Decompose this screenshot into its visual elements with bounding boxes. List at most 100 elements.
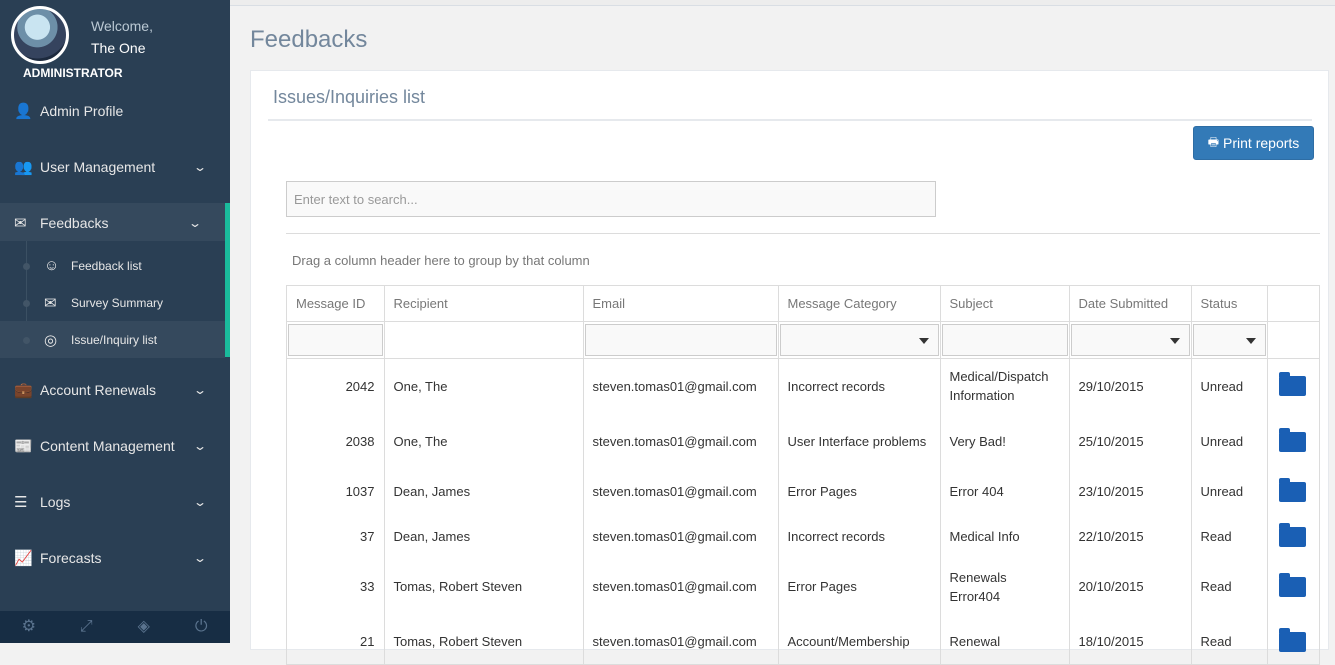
- nav-label: Account Renewals: [40, 382, 156, 398]
- column-header[interactable]: Message Category: [778, 286, 941, 322]
- filter-date-select[interactable]: [1070, 323, 1190, 356]
- group-by-panel[interactable]: Drag a column header here to group by th…: [292, 253, 590, 268]
- cell-date: 29/10/2015: [1069, 358, 1192, 414]
- issues-grid: Message ID Recipient Email Message Category…: [286, 285, 1320, 665]
- cell-status: Read: [1191, 614, 1268, 664]
- sidebar-footer: ⚙ ⤢ ◈ ⏻: [0, 611, 230, 643]
- filter-subject[interactable]: [941, 323, 1068, 356]
- folder-icon[interactable]: [1278, 627, 1306, 652]
- power-icon[interactable]: ⏻: [173, 611, 231, 643]
- panel-divider: [268, 119, 1312, 121]
- nav-item-admin-profile[interactable]: 👤 Admin Profile: [0, 91, 230, 131]
- cell-action: [1267, 469, 1319, 514]
- user-name: The One: [91, 40, 146, 56]
- folder-icon[interactable]: [1278, 372, 1306, 397]
- table-row[interactable]: 33 Tomas, Robert Steven steven.tomas01@gma…: [287, 559, 1319, 614]
- submenu-label: Survey Summary: [71, 295, 164, 310]
- cell-recipient: One, The: [384, 414, 584, 469]
- cell-email: steven.tomas01@gmail.com: [583, 358, 779, 414]
- profile-block: Welcome, The One ADMINISTRATOR: [0, 0, 230, 94]
- chevron-down-icon: ⌄: [187, 216, 203, 230]
- cell-subject: Renewal: [940, 614, 1070, 664]
- column-header[interactable]: [1267, 286, 1319, 322]
- area-chart-icon: 📈: [14, 550, 33, 567]
- cell-action: [1267, 559, 1319, 614]
- submenu-item-survey-summary[interactable]: ✉ Survey Summary: [0, 284, 225, 321]
- folder-icon[interactable]: [1278, 522, 1306, 547]
- cell-category: Incorrect records: [778, 358, 941, 414]
- nav-label: Logs: [40, 494, 71, 510]
- nav-label: User Management: [40, 159, 156, 175]
- filter-status-select[interactable]: [1192, 323, 1266, 356]
- column-header[interactable]: Email: [583, 286, 779, 322]
- cell-action: [1267, 614, 1319, 664]
- smile-icon: ☺: [44, 257, 60, 274]
- envelope-icon: ✉: [44, 294, 57, 312]
- caret-down-icon: [1169, 337, 1180, 344]
- caret-down-icon: [918, 337, 929, 344]
- cell-category: Account/Membership: [778, 614, 941, 664]
- nav-item-logs[interactable]: ☰ Logs ⌄: [0, 482, 230, 522]
- cell-subject: Error 404: [940, 469, 1070, 514]
- column-header[interactable]: Subject: [940, 286, 1070, 322]
- nav-item-content-management[interactable]: 📰 Content Management ⌄: [0, 426, 230, 466]
- cell-message-id: 2038: [287, 414, 385, 469]
- cell-email: steven.tomas01@gmail.com: [583, 414, 779, 469]
- cell-date: 18/10/2015: [1069, 614, 1192, 664]
- cell-recipient: Tomas, Robert Steven: [384, 614, 584, 664]
- column-header[interactable]: Message ID: [287, 286, 385, 322]
- sidebar: Welcome, The One ADMINISTRATOR 👤 Admin Pr…: [0, 0, 230, 643]
- folder-icon[interactable]: [1278, 572, 1306, 597]
- nav-label: Content Management: [40, 438, 175, 454]
- print-reports-label: Print reports: [1223, 135, 1300, 151]
- cell-category: Error Pages: [778, 469, 941, 514]
- nav-label: Feedbacks: [40, 215, 109, 231]
- search-input[interactable]: [286, 181, 936, 217]
- cell-subject: Medical Info: [940, 514, 1070, 559]
- cell-email: steven.tomas01@gmail.com: [583, 514, 779, 559]
- eye-slash-icon[interactable]: ◈: [115, 611, 173, 643]
- cell-action: [1267, 514, 1319, 559]
- submenu-bullet: [23, 300, 30, 307]
- cell-subject: Very Bad!: [940, 414, 1070, 469]
- nav-item-feedbacks[interactable]: ✉ Feedbacks ⌄: [0, 203, 230, 243]
- cell-category: Error Pages: [778, 559, 941, 614]
- folder-icon[interactable]: [1278, 477, 1306, 502]
- column-header[interactable]: Date Submitted: [1069, 286, 1192, 322]
- table-row[interactable]: 2042 One, The steven.tomas01@gmail.com Inco…: [287, 358, 1319, 414]
- panel-title: Issues/Inquiries list: [273, 87, 426, 107]
- filter-category-select[interactable]: [779, 323, 939, 356]
- briefcase-icon: 💼: [14, 382, 33, 399]
- cell-date: 25/10/2015: [1069, 414, 1192, 469]
- nav-item-account-renewals[interactable]: 💼 Account Renewals ⌄: [0, 370, 230, 410]
- cell-recipient: Dean, James: [384, 514, 584, 559]
- nav-item-user-management[interactable]: 👥 User Management ⌄: [0, 147, 230, 187]
- submenu-item-issue-inquiry-list[interactable]: ◎ Issue/Inquiry list: [0, 321, 225, 358]
- submenu-label: Feedback list: [71, 258, 142, 273]
- cell-message-id: 2042: [287, 358, 385, 414]
- folder-icon[interactable]: [1278, 427, 1306, 452]
- users-icon: 👥: [14, 159, 33, 176]
- newspaper-icon: 📰: [14, 438, 33, 455]
- cell-status: Unread: [1191, 358, 1268, 414]
- table-row[interactable]: 37 Dean, James steven.tomas01@gmail.com Inc…: [287, 514, 1319, 559]
- table-row[interactable]: 21 Tomas, Robert Steven steven.tomas01@gma…: [287, 614, 1319, 664]
- print-reports-button[interactable]: 🖶 Print reports: [1193, 126, 1314, 160]
- cell-subject: Medical/Dispatch Information: [940, 358, 1070, 414]
- gear-icon[interactable]: ⚙: [0, 611, 58, 643]
- cell-message-id: 21: [287, 614, 385, 664]
- submenu-bullet: [23, 337, 30, 344]
- table-row[interactable]: 1037 Dean, James steven.tomas01@gmail.com E…: [287, 469, 1319, 514]
- cell-date: 22/10/2015: [1069, 514, 1192, 559]
- column-header[interactable]: Status: [1191, 286, 1268, 322]
- filter-message-id[interactable]: [288, 323, 383, 356]
- cell-message-id: 33: [287, 559, 385, 614]
- column-header[interactable]: Recipient: [384, 286, 584, 322]
- submenu-item-feedback-list[interactable]: ☺ Feedback list: [0, 247, 225, 284]
- filter-email[interactable]: [584, 323, 777, 356]
- nav-item-forecasts[interactable]: 📈 Forecasts ⌄: [0, 538, 230, 578]
- table-row[interactable]: 2038 One, The steven.tomas01@gmail.com User…: [287, 414, 1319, 469]
- print-icon: 🖶: [1207, 134, 1220, 149]
- fullscreen-icon[interactable]: ⤢: [58, 611, 116, 643]
- avatar[interactable]: [11, 6, 69, 64]
